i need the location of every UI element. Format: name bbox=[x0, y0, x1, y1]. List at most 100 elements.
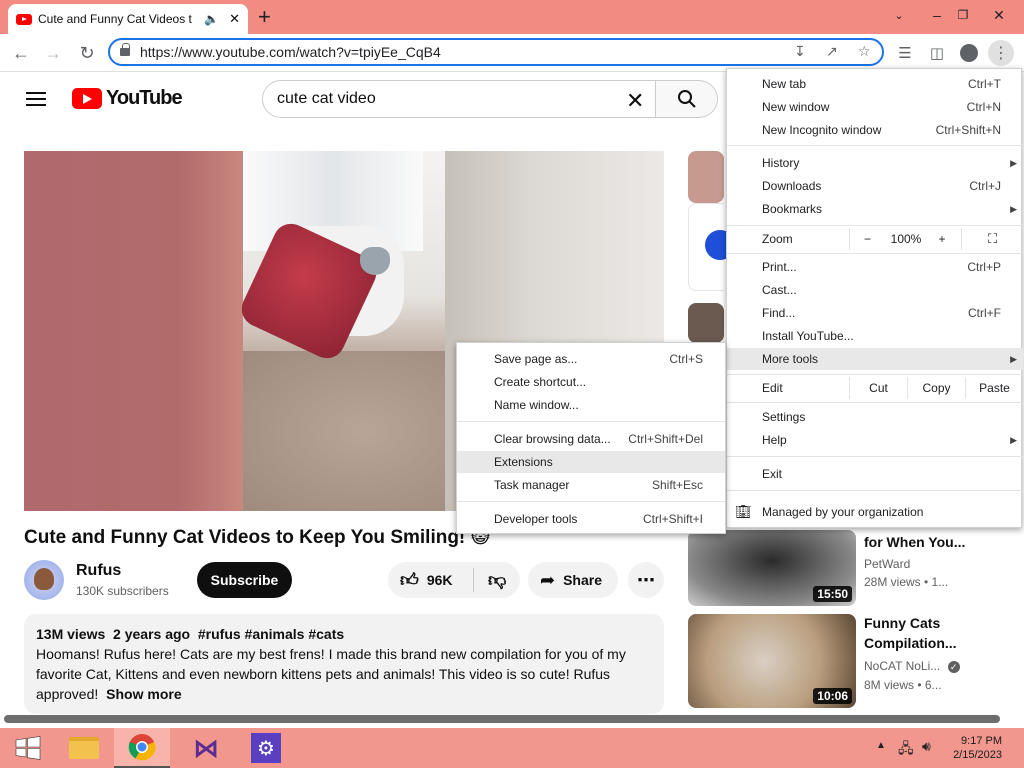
browser-tab[interactable]: Cute and Funny Cat Videos t 🔈 ✕ bbox=[8, 4, 248, 34]
menu-label: History bbox=[762, 156, 800, 170]
menu-item-print[interactable]: Print... Ctrl+P bbox=[727, 256, 1023, 278]
video-title: Cute and Funny Cat Videos to Keep You Sm… bbox=[24, 527, 491, 548]
back-arrow-icon[interactable]: ← bbox=[8, 40, 34, 66]
paste-button[interactable]: Paste bbox=[965, 377, 1023, 399]
menu-item-find[interactable]: Find... Ctrl+F bbox=[727, 302, 1023, 324]
menu-item-new-incognito[interactable]: New Incognito window Ctrl+Shift+N bbox=[727, 119, 1023, 141]
suggestion-channel[interactable]: PetWard bbox=[864, 557, 910, 571]
copy-button[interactable]: Copy bbox=[907, 377, 965, 399]
submenu-item-name-window[interactable]: Name window... bbox=[457, 394, 725, 416]
show-hidden-icons[interactable]: ▲ bbox=[876, 740, 886, 751]
file-explorer-button[interactable] bbox=[56, 728, 112, 768]
settings-taskbar-button[interactable]: ⚙ bbox=[238, 728, 294, 768]
tab-close-icon[interactable]: ✕ bbox=[229, 11, 240, 27]
address-bar[interactable]: https://www.youtube.com/watch?v=tpiyEe_C… bbox=[108, 38, 884, 66]
channel-name[interactable]: Rufus bbox=[76, 562, 121, 580]
clear-search-icon[interactable]: ✕ bbox=[626, 88, 644, 114]
menu-item-downloads[interactable]: Downloads Ctrl+J bbox=[727, 175, 1023, 197]
suggestion-thumbnail[interactable] bbox=[688, 151, 724, 203]
menu-shortcut: Ctrl+P bbox=[967, 260, 1001, 274]
youtube-logo[interactable]: YouTube bbox=[72, 87, 183, 110]
channel-avatar[interactable] bbox=[24, 560, 64, 600]
submenu-label: Extensions bbox=[494, 455, 553, 469]
share-arrow-icon: ➦ bbox=[540, 569, 556, 590]
menu-divider bbox=[727, 225, 1023, 226]
menu-item-new-tab[interactable]: New tab Ctrl+T bbox=[727, 73, 1023, 95]
menu-item-cast[interactable]: Cast... bbox=[727, 279, 1023, 301]
submenu-shortcut: Ctrl+S bbox=[669, 352, 703, 366]
menu-divider bbox=[727, 253, 1023, 254]
menu-item-more-tools[interactable]: More tools ▶ bbox=[727, 348, 1023, 370]
zoom-out-button[interactable]: − bbox=[849, 228, 885, 250]
suggestion-thumbnail[interactable]: 10:06 bbox=[688, 614, 856, 708]
edit-label: Edit bbox=[762, 381, 783, 395]
side-panel-icon[interactable]: ◫ bbox=[924, 40, 950, 66]
submenu-item-create-shortcut[interactable]: Create shortcut... bbox=[457, 371, 725, 393]
youtube-header: YouTube cute cat video ✕ bbox=[0, 72, 724, 128]
video-description[interactable]: 13M views 2 years ago #rufus #animals #c… bbox=[24, 614, 664, 714]
volume-icon[interactable]: 🔊︎ bbox=[922, 738, 931, 755]
description-meta: 13M views 2 years ago #rufus #animals #c… bbox=[36, 626, 345, 642]
lock-icon[interactable] bbox=[120, 43, 130, 56]
menu-item-history[interactable]: History ▶ bbox=[727, 152, 1023, 174]
submenu-item-task-manager[interactable]: Task manager Shift+Esc bbox=[457, 474, 725, 496]
suggestion-title[interactable]: for When You... bbox=[864, 532, 965, 552]
menu-item-settings[interactable]: Settings bbox=[727, 406, 1023, 428]
share-icon[interactable]: ↗ bbox=[826, 43, 838, 60]
submenu-arrow-icon: ▶ bbox=[1010, 157, 1017, 168]
suggestion-thumbnail[interactable]: 15:50 bbox=[688, 530, 856, 606]
system-clock[interactable]: 9:17 PM 2/15/2023 bbox=[953, 734, 1002, 762]
search-input[interactable]: cute cat video bbox=[262, 80, 656, 118]
suggestion-thumbnail[interactable] bbox=[688, 303, 724, 343]
chrome-taskbar-button[interactable] bbox=[114, 728, 170, 768]
submenu-item-extensions[interactable]: Extensions bbox=[457, 451, 725, 473]
menu-item-new-window[interactable]: New window Ctrl+N bbox=[727, 96, 1023, 118]
cut-button[interactable]: Cut bbox=[849, 377, 907, 399]
visual-studio-button[interactable]: ⋈ bbox=[178, 728, 234, 768]
start-button[interactable] bbox=[0, 728, 56, 768]
submenu-shortcut: Shift+Esc bbox=[651, 478, 703, 492]
dislike-button[interactable]: 👎︎ bbox=[474, 569, 506, 591]
submenu-item-developer-tools[interactable]: Developer tools Ctrl+Shift+I bbox=[457, 508, 725, 530]
reload-icon[interactable]: ↻ bbox=[74, 40, 100, 66]
subscribe-button[interactable]: Subscribe bbox=[197, 562, 292, 598]
media-control-icon[interactable]: ☰ bbox=[892, 40, 918, 66]
hamburger-menu-icon[interactable] bbox=[26, 92, 46, 106]
audio-playing-icon[interactable]: 🔈 bbox=[204, 12, 219, 26]
suggestion-card-partial[interactable] bbox=[688, 203, 735, 291]
search-button[interactable] bbox=[656, 80, 718, 118]
bookmark-star-icon[interactable]: ☆ bbox=[858, 43, 871, 60]
install-app-icon[interactable]: ↧ bbox=[794, 43, 806, 60]
menu-label: More tools bbox=[762, 352, 819, 366]
more-actions-button[interactable]: ⋯ bbox=[628, 562, 664, 598]
share-button[interactable]: ➦ Share bbox=[528, 562, 618, 598]
submenu-arrow-icon: ▶ bbox=[1010, 434, 1017, 445]
submenu-item-save-page[interactable]: Save page as... Ctrl+S bbox=[457, 348, 725, 370]
menu-item-install-youtube[interactable]: Install YouTube... bbox=[727, 325, 1023, 347]
menu-label: Print... bbox=[762, 260, 797, 274]
zoom-in-button[interactable]: + bbox=[927, 228, 957, 250]
horizontal-scrollbar[interactable] bbox=[4, 715, 1000, 723]
menu-item-exit[interactable]: Exit bbox=[727, 463, 1023, 485]
suggestion-channel[interactable]: NoCAT NoLi... ✓ bbox=[864, 659, 960, 673]
forward-arrow-icon[interactable]: → bbox=[40, 40, 66, 66]
submenu-shortcut: Ctrl+Shift+Del bbox=[628, 432, 703, 446]
network-icon[interactable]: 🖧︎ bbox=[898, 738, 914, 762]
youtube-logo-icon bbox=[72, 88, 102, 109]
submenu-item-clear-browsing-data[interactable]: Clear browsing data... Ctrl+Shift+Del bbox=[457, 428, 725, 450]
show-more-link[interactable]: Show more bbox=[106, 686, 181, 702]
close-window-button[interactable]: ✕ bbox=[976, 0, 1022, 30]
fullscreen-icon[interactable]: ⛶ bbox=[961, 228, 1023, 250]
menu-divider bbox=[727, 402, 1023, 403]
menu-item-edit: Edit Cut Copy Paste bbox=[727, 377, 1023, 399]
like-button[interactable]: 👍︎ 96K bbox=[388, 568, 474, 592]
new-tab-button[interactable]: + bbox=[258, 4, 271, 30]
menu-item-bookmarks[interactable]: Bookmarks ▶ bbox=[727, 198, 1023, 220]
managed-by-org[interactable]: 🏢︎ Managed by your organization bbox=[727, 501, 1023, 523]
chrome-icon bbox=[128, 734, 156, 761]
suggestion-title[interactable]: Funny Cats Compilation... bbox=[864, 613, 964, 653]
chrome-menu-icon[interactable]: ⋮ bbox=[988, 40, 1014, 66]
menu-item-help[interactable]: Help ▶ bbox=[727, 429, 1023, 451]
folder-icon bbox=[69, 737, 99, 759]
profile-avatar-icon[interactable] bbox=[956, 40, 982, 66]
